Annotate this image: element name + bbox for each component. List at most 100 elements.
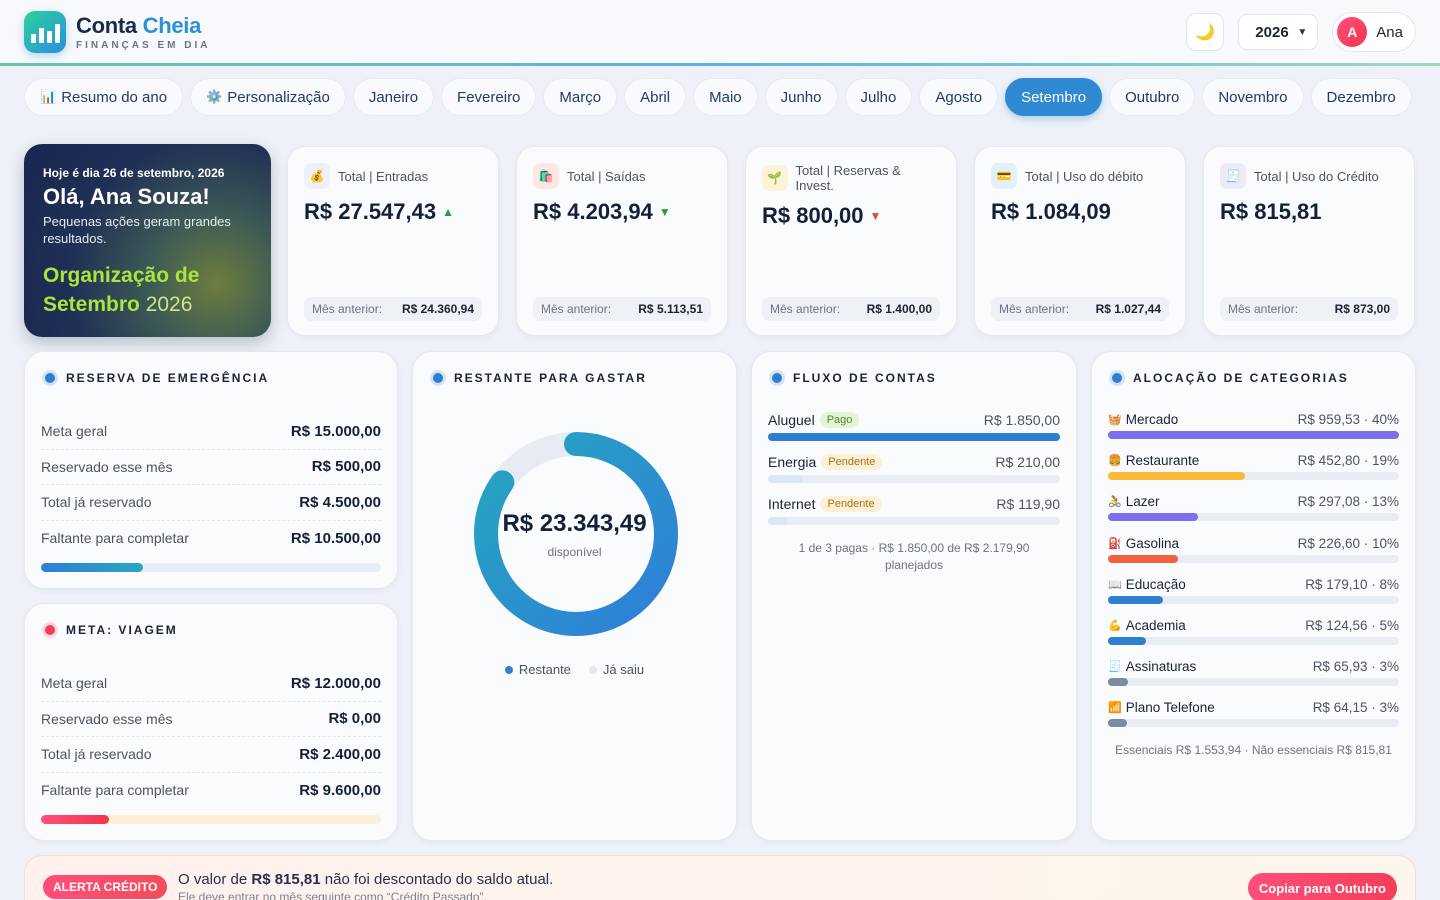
category-value: R$ 179,10 · 8% bbox=[1305, 576, 1399, 592]
receipt-icon: 🧾 bbox=[1220, 163, 1246, 189]
panel-title: META: VIAGEM bbox=[66, 623, 178, 637]
money-bag-icon: 💰 bbox=[304, 163, 330, 189]
category-value: R$ 124,56 · 5% bbox=[1305, 618, 1399, 633]
bills-flow-panel: FLUXO DE CONTAS Aluguel Pago R$ 1.850,00 En… bbox=[751, 351, 1077, 841]
bill-value: R$ 1.850,00 bbox=[983, 412, 1060, 428]
bill-name: Energia bbox=[768, 454, 817, 470]
avatar: A bbox=[1337, 17, 1368, 47]
summary-card: 🛍️ Total | Saídas R$ 4.203,94 ▼ Mês anterior… bbox=[516, 146, 728, 336]
greeting-tagline: Pequenas ações geram grandes resultados. bbox=[43, 214, 231, 246]
blue-dot-icon bbox=[45, 373, 55, 383]
theme-toggle-button[interactable]: 🌙 bbox=[1186, 13, 1225, 51]
category-name: Educação bbox=[1125, 576, 1186, 592]
travel-goal-panel: META: VIAGEM Meta geral R$ 12.000,00 Reser… bbox=[24, 603, 398, 841]
category-name: Restaurante bbox=[1125, 453, 1200, 469]
seedling-icon: 🌱 bbox=[762, 165, 788, 191]
year-select[interactable]: 2026 ▼ bbox=[1238, 14, 1319, 50]
chevron-down-icon: ▼ bbox=[1297, 26, 1308, 38]
remaining-value: R$ 23.343,49 bbox=[502, 510, 647, 537]
copy-to-next-month-button[interactable]: Copiar para Outubro bbox=[1247, 873, 1397, 900]
panel-title: FLUXO DE CONTAS bbox=[793, 371, 937, 385]
bill-row[interactable]: Aluguel Pago R$ 1.850,00 bbox=[768, 412, 1060, 441]
user-menu[interactable]: A Ana bbox=[1332, 12, 1416, 52]
greeting-title: Olá, Ana Souza! bbox=[43, 184, 210, 209]
summary-value: R$ 4.203,94 bbox=[533, 199, 653, 224]
tab-outubro[interactable]: Outubro bbox=[1109, 78, 1196, 116]
donut-legend: Restante Já saiu bbox=[413, 662, 736, 677]
tab-fevereiro[interactable]: Fevereiro bbox=[441, 78, 537, 116]
bill-name: Aluguel bbox=[768, 412, 815, 428]
blue-dot-icon bbox=[772, 373, 782, 383]
remaining-to-spend-panel: RESTANTE PARA GASTAR R$ 23.343,49 dispon… bbox=[412, 351, 737, 841]
brand-subtitle: FINANÇAS EM DIA bbox=[76, 40, 211, 51]
previous-month: Mês anterior: R$ 873,00 bbox=[1220, 297, 1398, 321]
category-name: Gasolina bbox=[1125, 535, 1179, 551]
category-row[interactable]: 💪 Academia R$ 124,56 · 5% bbox=[1108, 618, 1399, 645]
summary-card: 🌱 Total | Reservas & Invest. R$ 800,00 ▼ Mês… bbox=[745, 146, 957, 336]
category-allocation-panel: ALOCAÇÃO DE CATEGORIAS 🧺 Mercado R$ 959,53… bbox=[1091, 351, 1416, 841]
organization-title: Organização de Setembro 2026 bbox=[43, 264, 200, 316]
category-row[interactable]: ⛽ Gasolina R$ 226,60 · 10% bbox=[1108, 536, 1399, 563]
summary-title: Total | Reservas & Invest. bbox=[795, 163, 901, 193]
list-item: Faltante para completar R$ 9.600,00 bbox=[41, 781, 381, 799]
tab-setembro[interactable]: Setembro bbox=[1005, 78, 1103, 116]
category-row[interactable]: 🍔 Restaurante R$ 452,80 · 19% bbox=[1108, 453, 1399, 481]
gear-icon: ⚙️ bbox=[206, 89, 223, 104]
category-row[interactable]: 🧺 Mercado R$ 959,53 · 40% bbox=[1108, 412, 1399, 439]
category-name: Lazer bbox=[1125, 494, 1160, 510]
status-badge: Pendente bbox=[821, 454, 883, 470]
category-value: R$ 65,93 · 3% bbox=[1312, 659, 1399, 675]
category-row[interactable]: 📖 Educação R$ 179,10 · 8% bbox=[1108, 577, 1399, 604]
header-accent-line bbox=[0, 63, 1440, 66]
bill-name: Internet bbox=[768, 496, 816, 512]
fuel-icon: ⛽ bbox=[1108, 537, 1122, 550]
book-icon: 📖 bbox=[1108, 578, 1122, 591]
category-value: R$ 452,80 · 19% bbox=[1297, 453, 1399, 469]
logo-chart-icon bbox=[24, 11, 66, 53]
bill-row[interactable]: Internet Pendente R$ 119,90 bbox=[768, 496, 1060, 525]
category-value: R$ 64,15 · 3% bbox=[1312, 700, 1399, 716]
tab-resumo-do-ano[interactable]: 📊 Resumo do ano bbox=[24, 78, 184, 116]
category-value: R$ 297,08 · 13% bbox=[1297, 494, 1399, 510]
emergency-progress-bar bbox=[41, 563, 381, 572]
alert-message: O valor de R$ 815,81 não foi descontado … bbox=[178, 871, 554, 888]
tab-janeiro[interactable]: Janeiro bbox=[352, 78, 435, 116]
trend-icon: ▼ bbox=[658, 205, 671, 219]
category-progress-bar bbox=[1108, 431, 1399, 439]
category-name: Academia bbox=[1125, 618, 1186, 633]
status-badge: Pendente bbox=[820, 496, 882, 512]
greeting-card: Hoje é dia 26 de setembro, 2026 Olá, Ana… bbox=[24, 144, 271, 337]
tab-novembro[interactable]: Novembro bbox=[1202, 78, 1304, 116]
previous-month: Mês anterior: R$ 24.360,94 bbox=[304, 297, 482, 321]
tab-julho[interactable]: Julho bbox=[844, 78, 913, 116]
tab-dezembro[interactable]: Dezembro bbox=[1310, 78, 1412, 116]
today-date: Hoje é dia 26 de setembro, 2026 bbox=[43, 166, 225, 180]
category-row[interactable]: 🚴 Lazer R$ 297,08 · 13% bbox=[1108, 494, 1399, 522]
summary-value: R$ 800,00 bbox=[762, 203, 864, 228]
tab-maio[interactable]: Maio bbox=[693, 78, 758, 116]
summary-value: R$ 27.547,43 bbox=[304, 199, 437, 224]
summary-card: 💳 Total | Uso do débito R$ 1.084,09 Mês ant… bbox=[974, 146, 1186, 336]
red-dot-icon bbox=[45, 625, 55, 635]
burger-icon: 🍔 bbox=[1108, 455, 1122, 468]
category-value: R$ 959,53 · 40% bbox=[1297, 412, 1399, 427]
previous-month: Mês anterior: R$ 1.027,44 bbox=[991, 297, 1169, 321]
remaining-caption: disponível bbox=[547, 545, 602, 559]
tab-marco[interactable]: Março bbox=[543, 78, 618, 116]
category-progress-bar bbox=[1108, 472, 1399, 481]
summary-card: 💰 Total | Entradas R$ 27.547,43 ▲ Mês anteri… bbox=[287, 146, 499, 336]
legend-spent: Já saiu bbox=[588, 662, 644, 677]
tab-abril[interactable]: Abril bbox=[624, 78, 687, 116]
summary-value: R$ 815,81 bbox=[1220, 199, 1322, 224]
credit-alert-banner: ALERTA CRÉDITO O valor de R$ 815,81 não … bbox=[24, 855, 1416, 900]
tab-agosto[interactable]: Agosto bbox=[919, 78, 999, 116]
category-row[interactable]: 🧾 Assinaturas R$ 65,93 · 3% bbox=[1108, 659, 1399, 687]
tab-junho[interactable]: Junho bbox=[764, 78, 838, 116]
tab-personalizacao[interactable]: ⚙️ Personalização bbox=[190, 78, 346, 116]
category-row[interactable]: 📶 Plano Telefone R$ 64,15 · 3% bbox=[1108, 700, 1399, 728]
bill-row[interactable]: Energia Pendente R$ 210,00 bbox=[768, 454, 1060, 483]
bill-value: R$ 210,00 bbox=[995, 454, 1060, 470]
blue-dot-icon bbox=[1112, 373, 1122, 383]
panel-title: RESERVA DE EMERGÊNCIA bbox=[66, 371, 270, 385]
allocation-summary-note: Essenciais R$ 1.553,94 · Não essenciais … bbox=[1115, 743, 1392, 757]
